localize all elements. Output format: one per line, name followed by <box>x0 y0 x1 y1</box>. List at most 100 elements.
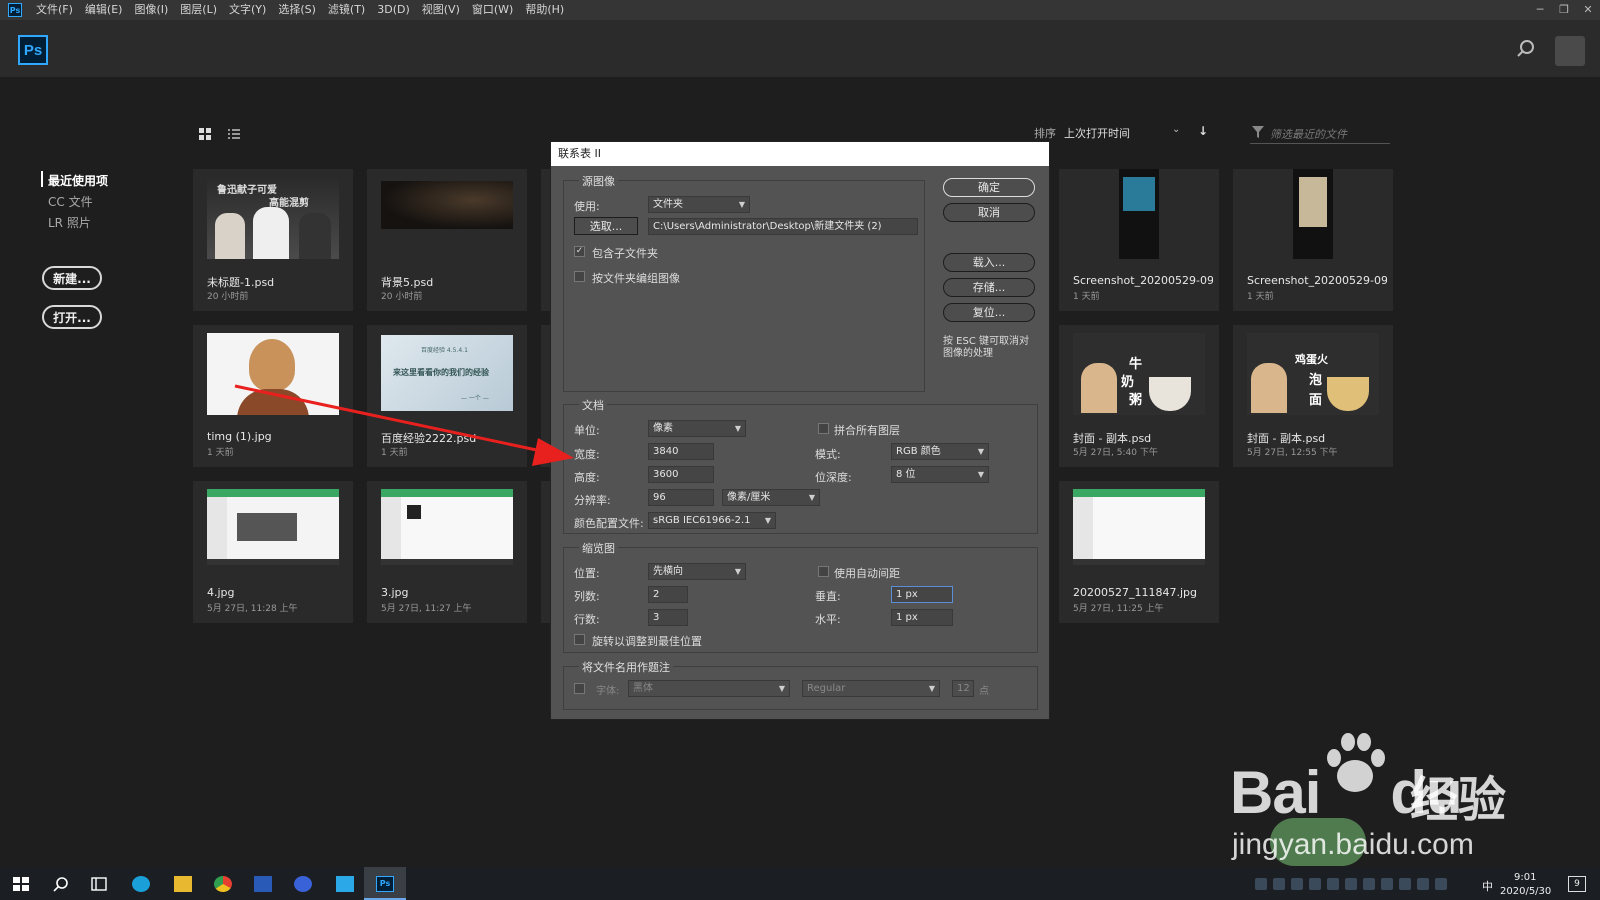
color-profile-select[interactable]: sRGB IEC61966-2.1 ▼ <box>648 512 776 529</box>
list-view-icon[interactable] <box>228 128 240 140</box>
caption-checkbox[interactable] <box>574 683 585 694</box>
minimize-icon[interactable]: ─ <box>1528 0 1552 20</box>
auto-spacing-checkbox[interactable] <box>818 566 829 577</box>
menu-image[interactable]: 图像(I) <box>128 0 174 20</box>
bit-depth-select[interactable]: 8 位 ▼ <box>891 466 989 483</box>
rows-label: 行数: <box>574 613 600 626</box>
browser-icon[interactable] <box>132 876 150 892</box>
resolution-unit-select[interactable]: 像素/厘米 ▼ <box>722 489 820 506</box>
sort-direction-icon[interactable]: ↓ <box>1198 124 1208 138</box>
sidebar-item-lr-photos[interactable]: LR 照片 <box>48 214 91 231</box>
menu-filter[interactable]: 滤镜(T) <box>322 0 371 20</box>
file-card[interactable]: Screenshot_20200529-093... 1 天前 <box>1233 169 1393 311</box>
menu-layer[interactable]: 图层(L) <box>174 0 223 20</box>
units-select[interactable]: 像素 ▼ <box>648 420 746 437</box>
file-card[interactable]: timg (1).jpg 1 天前 <box>193 325 353 467</box>
group-by-folder-checkbox[interactable] <box>574 271 585 282</box>
tray-icon[interactable] <box>1255 878 1267 890</box>
thumbnails-group-title: 缩览图 <box>579 540 618 556</box>
font-style-select[interactable]: Regular ▼ <box>802 680 940 697</box>
grid-view-icon[interactable] <box>199 128 211 140</box>
file-explorer-icon[interactable] <box>174 876 192 892</box>
chevron-down-icon[interactable]: ⌄ <box>1172 124 1180 135</box>
chevron-down-icon: ▼ <box>734 567 741 576</box>
load-button[interactable]: 载入... <box>943 253 1035 272</box>
search-icon[interactable] <box>1515 38 1537 60</box>
rotate-checkbox[interactable] <box>574 634 585 645</box>
file-card[interactable]: Screenshot_20200529-093... 1 天前 <box>1059 169 1219 311</box>
ok-button[interactable]: 确定 <box>943 178 1035 197</box>
flatten-layers-checkbox[interactable] <box>818 423 829 434</box>
file-card[interactable]: 3.jpg 5月 27日, 11:27 上午 <box>367 481 527 623</box>
file-card[interactable]: 20200527_111847.jpg 5月 27日, 11:25 上午 <box>1059 481 1219 623</box>
clock-date[interactable]: 2020/5/30 <box>1500 886 1551 897</box>
person-figure <box>1251 363 1287 413</box>
user-avatar[interactable] <box>1555 36 1585 66</box>
close-icon[interactable]: ✕ <box>1576 0 1600 20</box>
menu-help[interactable]: 帮助(H) <box>519 0 570 20</box>
reset-button[interactable]: 复位... <box>943 303 1035 322</box>
baidu-icon[interactable] <box>294 876 312 892</box>
mode-select[interactable]: RGB 颜色 ▼ <box>891 443 989 460</box>
mode-value: RGB 颜色 <box>896 446 941 457</box>
tray-icon[interactable] <box>1327 878 1339 890</box>
search-icon[interactable] <box>52 876 70 892</box>
esc-hint: 图像的处理 <box>943 348 993 359</box>
restore-icon[interactable]: ❐ <box>1552 0 1576 20</box>
menu-type[interactable]: 文字(Y) <box>223 0 272 20</box>
tray-icon[interactable] <box>1363 878 1375 890</box>
tray-icon[interactable] <box>1345 878 1357 890</box>
file-time: 5月 27日, 11:27 上午 <box>381 604 472 614</box>
tray-icon[interactable] <box>1399 878 1411 890</box>
menu-window[interactable]: 窗口(W) <box>466 0 519 20</box>
rows-field[interactable]: 3 <box>648 609 688 626</box>
source-path-field[interactable]: C:\Users\Administrator\Desktop\新建文件夹 (2) <box>648 218 918 235</box>
file-card[interactable]: 鸡蛋火 泡 面 封面 - 副本.psd 5月 27日, 12:55 下午 <box>1233 325 1393 467</box>
use-select[interactable]: 文件夹 ▼ <box>648 196 750 213</box>
menu-file[interactable]: 文件(F) <box>30 0 79 20</box>
menu-view[interactable]: 视图(V) <box>416 0 466 20</box>
notification-icon[interactable]: 9 <box>1568 876 1586 892</box>
font-select[interactable]: 黑体 ▼ <box>628 680 790 697</box>
file-card[interactable]: 鲁迅献子可爱 高能混剪 未标题-1.psd 20 小时前 <box>193 169 353 311</box>
file-card[interactable]: 背景5.psd 20 小时前 <box>367 169 527 311</box>
menu-edit[interactable]: 编辑(E) <box>79 0 129 20</box>
task-view-icon[interactable] <box>90 876 108 892</box>
menu-3d[interactable]: 3D(D) <box>371 0 416 20</box>
resolution-field[interactable]: 96 <box>648 489 714 506</box>
menu-select[interactable]: 选择(S) <box>272 0 322 20</box>
font-size-field[interactable]: 12 <box>952 680 974 697</box>
tray-icon[interactable] <box>1417 878 1429 890</box>
ime-indicator[interactable]: 中 <box>1482 878 1493 894</box>
new-button[interactable]: 新建... <box>42 266 102 290</box>
height-field[interactable]: 3600 <box>648 466 714 483</box>
tray-icon[interactable] <box>1273 878 1285 890</box>
sort-dropdown[interactable]: 上次打开时间 <box>1064 125 1130 141</box>
horizontal-spacing-field[interactable]: 1 px <box>891 609 953 626</box>
windows-start-icon[interactable] <box>12 876 30 892</box>
file-card[interactable]: 4.jpg 5月 27日, 11:28 上午 <box>193 481 353 623</box>
width-field[interactable]: 3840 <box>648 443 714 460</box>
tray-icon[interactable] <box>1291 878 1303 890</box>
place-select[interactable]: 先横向 ▼ <box>648 563 746 580</box>
file-thumbnail: 牛 奶 粥 <box>1073 333 1205 415</box>
open-button[interactable]: 打开... <box>42 305 102 329</box>
tray-icon[interactable] <box>1309 878 1321 890</box>
tray-icon[interactable] <box>1381 878 1393 890</box>
app-icon[interactable] <box>336 876 354 892</box>
tray-icon[interactable] <box>1435 878 1447 890</box>
cancel-button[interactable]: 取消 <box>943 203 1035 222</box>
file-card[interactable]: 牛 奶 粥 封面 - 副本.psd 5月 27日, 5:40 下午 <box>1059 325 1219 467</box>
clock-time[interactable]: 9:01 <box>1514 872 1536 883</box>
chrome-icon[interactable] <box>214 876 232 892</box>
include-subfolders-checkbox[interactable]: ✓ <box>574 246 585 257</box>
vertical-spacing-field[interactable]: 1 px <box>891 586 953 603</box>
save-button[interactable]: 存储... <box>943 278 1035 297</box>
app-icon[interactable] <box>254 876 272 892</box>
columns-field[interactable]: 2 <box>648 586 688 603</box>
sidebar-item-cc-files[interactable]: CC 文件 <box>48 193 93 210</box>
choose-button[interactable]: 选取... <box>574 217 638 235</box>
photoshop-taskbar-icon[interactable]: Ps <box>376 876 394 892</box>
file-card[interactable]: 百度经验 4.5.4.1 来这里看看你的我们的经验 — 一个 — 百度经验222… <box>367 325 527 467</box>
sidebar-item-recent[interactable]: 最近使用项 <box>48 172 108 189</box>
